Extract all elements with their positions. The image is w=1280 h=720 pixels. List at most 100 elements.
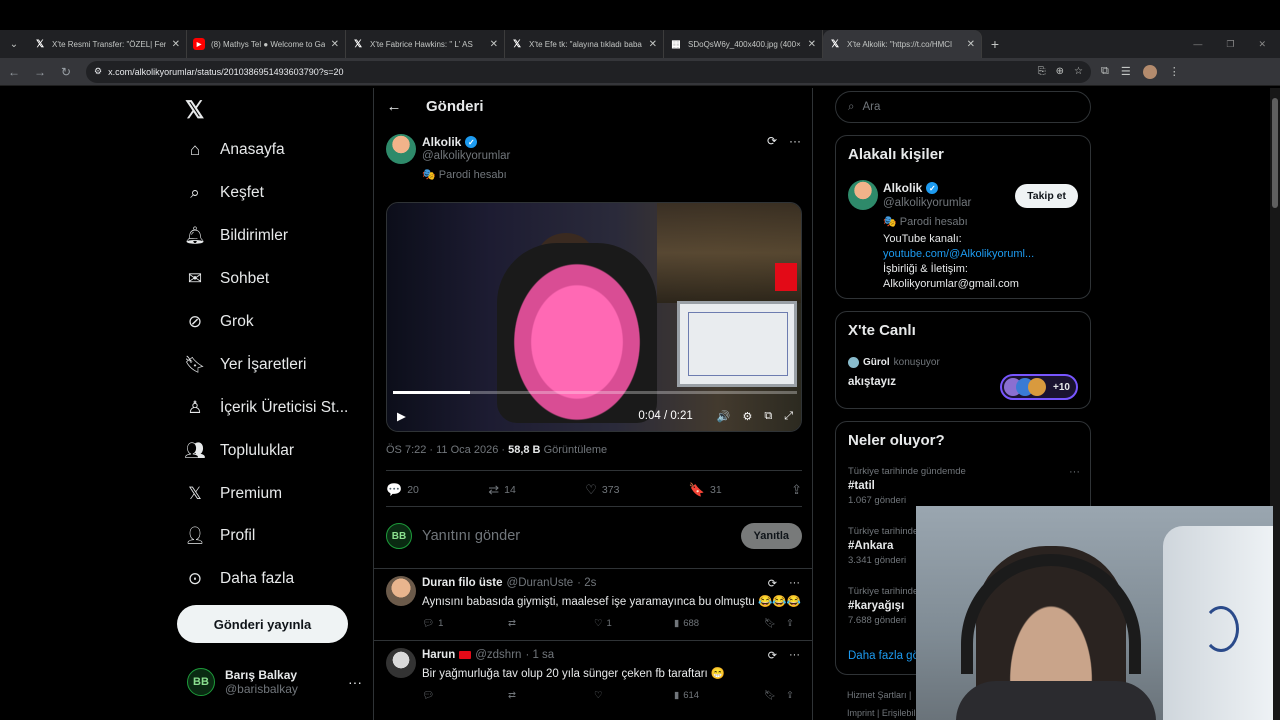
bookmark-action[interactable]: 🔖 31 bbox=[689, 482, 722, 498]
post-more-icon[interactable]: ··· bbox=[789, 134, 801, 148]
reload-icon[interactable]: ↻ bbox=[54, 65, 78, 79]
avatar[interactable] bbox=[386, 648, 416, 678]
trend-more-icon[interactable]: ··· bbox=[1069, 466, 1080, 478]
tab-close-icon[interactable]: ✕ bbox=[808, 39, 816, 50]
profile-avatar[interactable] bbox=[1142, 64, 1157, 79]
x-logo-icon[interactable]: 𝕏 bbox=[185, 96, 204, 125]
reply-item[interactable]: Duran filo üste @DuranUste · 2s ⟳ ··· Aynısın… bbox=[374, 568, 812, 640]
like-action[interactable]: ♡ bbox=[594, 690, 674, 701]
avatar[interactable] bbox=[386, 576, 416, 606]
trend-item[interactable]: Türkiye tarihinde gündemde #tatil 1.067 gö… bbox=[848, 466, 1080, 506]
scrollbar-thumb[interactable] bbox=[1272, 98, 1278, 208]
nav-item-keşfet[interactable]: ⌕ Keşfet bbox=[185, 183, 264, 203]
reply-time[interactable]: · 1 sa bbox=[525, 649, 554, 661]
bio-link[interactable]: youtube.com/@Alkolikyoruml... bbox=[883, 248, 1034, 260]
back-icon[interactable]: ← bbox=[2, 65, 26, 79]
reply-author-name[interactable]: Harun bbox=[422, 649, 455, 661]
repost-action[interactable]: ⇄ 14 bbox=[488, 482, 516, 498]
minimize-icon[interactable]: — bbox=[1193, 39, 1202, 50]
repost-action[interactable]: ⇄ bbox=[508, 618, 594, 629]
tab-close-icon[interactable]: ✕ bbox=[649, 39, 657, 50]
tab-close-icon[interactable]: ✕ bbox=[490, 39, 498, 50]
tab-close-icon[interactable]: ✕ bbox=[172, 39, 180, 50]
like-action[interactable]: ♡ 373 bbox=[585, 482, 619, 498]
bookmark-star-icon[interactable]: ☆ bbox=[1074, 66, 1083, 77]
nav-item-yer-i-şaretleri[interactable]: 🔖︎ Yer İşaretleri bbox=[184, 355, 306, 375]
reply-more-icon[interactable]: ··· bbox=[789, 649, 800, 662]
reply-more-icon[interactable]: ··· bbox=[789, 577, 800, 590]
nav-item-anasayfa[interactable]: ⌂ Anasayfa bbox=[185, 140, 285, 160]
grok-icon[interactable]: ⟳ bbox=[767, 134, 777, 148]
reply-action[interactable]: 💬︎ 1 bbox=[422, 618, 508, 629]
pip-icon[interactable]: ⧉ bbox=[764, 410, 772, 423]
browser-tab[interactable]: ▶ (8) Mathys Tel ● Welcome to Ga ✕ bbox=[187, 30, 346, 58]
nav-item-daha-fazla[interactable]: ⊙ Daha fazla bbox=[185, 569, 294, 589]
post-button[interactable]: Gönderi yayınla bbox=[177, 605, 348, 643]
repost-action[interactable]: ⇄ bbox=[508, 690, 594, 701]
nav-item-premium[interactable]: 𝕏 Premium bbox=[185, 484, 282, 504]
nav-item-bildirimler[interactable]: 🔔︎ Bildirimler bbox=[184, 226, 288, 246]
zoom-icon[interactable]: ⊕ bbox=[1056, 66, 1064, 77]
search-input[interactable]: ⌕ Ara bbox=[835, 91, 1091, 123]
footer-links[interactable]: Hizmet Şartları | bbox=[847, 690, 911, 700]
video-progress-bar[interactable] bbox=[393, 391, 797, 394]
nav-item-i-çerik-üreticisi-st-[interactable]: ♙ İçerik Üreticisi St... bbox=[185, 398, 348, 418]
more-dots-icon[interactable]: ··· bbox=[348, 674, 362, 690]
reply-time[interactable]: · 2s bbox=[577, 577, 596, 589]
post-timestamp[interactable]: ÖS 7:22 · 11 Oca 2026 · bbox=[386, 444, 505, 456]
reply-input[interactable]: Yanıtını gönder bbox=[422, 528, 520, 544]
views-action[interactable]: ▮ 688 bbox=[674, 618, 764, 629]
restore-icon[interactable]: ❐ bbox=[1226, 39, 1234, 50]
grok-icon[interactable]: ⟳ bbox=[768, 577, 777, 590]
browser-menu-icon[interactable]: ⋮ bbox=[1169, 65, 1180, 78]
nav-item-sohbet[interactable]: ✉ Sohbet bbox=[185, 269, 269, 289]
browser-tab[interactable]: 𝕏 X'te Alkolik: "https://t.co/HMCl ✕ bbox=[823, 30, 982, 58]
nav-item-topluluklar[interactable]: 👥︎ Topluluklar bbox=[184, 441, 294, 461]
tab-close-icon[interactable]: ✕ bbox=[967, 39, 975, 50]
play-icon[interactable]: ▶ bbox=[397, 409, 406, 423]
nav-item-profil[interactable]: 👤︎ Profil bbox=[184, 526, 255, 546]
new-tab-button[interactable]: + bbox=[982, 36, 1008, 52]
bookmark-action[interactable]: 🔖︎ bbox=[764, 618, 786, 629]
tab-search-icon[interactable]: ⌄ bbox=[0, 30, 28, 58]
avatar[interactable] bbox=[848, 180, 878, 210]
reading-list-icon[interactable]: ☰ bbox=[1121, 65, 1131, 78]
reply-button[interactable]: Yanıtla bbox=[740, 523, 802, 549]
extensions-icon[interactable]: ⧉ bbox=[1101, 65, 1109, 78]
volume-icon[interactable]: 🔊 bbox=[717, 410, 731, 423]
bookmark-action[interactable]: 🔖︎ bbox=[764, 690, 786, 701]
browser-tab[interactable]: ▦ SDoQsW6y_400x400.jpg (400× ✕ bbox=[664, 30, 823, 58]
reply-action[interactable]: 💬︎ bbox=[422, 690, 508, 701]
address-bar[interactable]: ⚙ x.com/alkolikyorumlar/status/201038695… bbox=[86, 60, 1091, 83]
nav-item-grok[interactable]: ⊘ Grok bbox=[185, 312, 254, 332]
video-player[interactable]: ▶ 0:04 / 0:21 🔊 ⚙ ⧉ ⤢ bbox=[386, 202, 802, 432]
author-handle[interactable]: @alkolikyorumlar bbox=[422, 150, 510, 162]
reply-author-name[interactable]: Duran filo üste bbox=[422, 577, 503, 589]
site-info-icon[interactable]: ⚙ bbox=[94, 66, 102, 77]
account-switcher[interactable]: BB Barış Balkay @barisbalkay ··· bbox=[187, 668, 362, 696]
tab-close-icon[interactable]: ✕ bbox=[331, 39, 339, 50]
space-listeners[interactable]: +10 bbox=[1000, 374, 1078, 400]
forward-icon[interactable]: → bbox=[28, 65, 52, 79]
follow-button[interactable]: Takip et bbox=[1015, 184, 1078, 208]
settings-icon[interactable]: ⚙ bbox=[742, 410, 752, 423]
reply-item[interactable]: Harun @zdshrn · 1 sa ⟳ ··· Bir yağmurluğa tav… bbox=[374, 640, 812, 712]
views-action[interactable]: ▮ 614 bbox=[674, 690, 764, 701]
grok-icon[interactable]: ⟳ bbox=[768, 649, 777, 662]
fullscreen-icon[interactable]: ⤢ bbox=[784, 410, 793, 423]
browser-tab[interactable]: 𝕏 X'te Fabrice Hawkins: " L' AS ✕ bbox=[346, 30, 505, 58]
back-arrow-icon[interactable]: ← bbox=[374, 98, 414, 115]
share-action[interactable]: ⇪ bbox=[791, 482, 802, 498]
browser-tab[interactable]: 𝕏 X'te Resmi Transfer: "ÖZEL| Fenerbahçe ✕ bbox=[28, 30, 187, 58]
author-avatar[interactable] bbox=[386, 134, 416, 164]
browser-tab[interactable]: 𝕏 X'te Efe tk: "alayına tıkladı baba ✕ bbox=[505, 30, 664, 58]
share-action[interactable]: ⇪ bbox=[786, 690, 794, 701]
space-title[interactable]: akıştayız bbox=[848, 376, 896, 388]
related-name[interactable]: Alkolik ✓ bbox=[883, 181, 939, 195]
close-window-icon[interactable]: ✕ bbox=[1258, 39, 1266, 50]
install-app-icon[interactable]: ⎘ bbox=[1038, 66, 1046, 77]
author-name-line[interactable]: Alkolik ✓ bbox=[422, 135, 478, 149]
reply-action[interactable]: 💬 20 bbox=[386, 482, 419, 498]
like-action[interactable]: ♡ 1 bbox=[594, 618, 674, 629]
share-action[interactable]: ⇪ bbox=[786, 618, 794, 629]
